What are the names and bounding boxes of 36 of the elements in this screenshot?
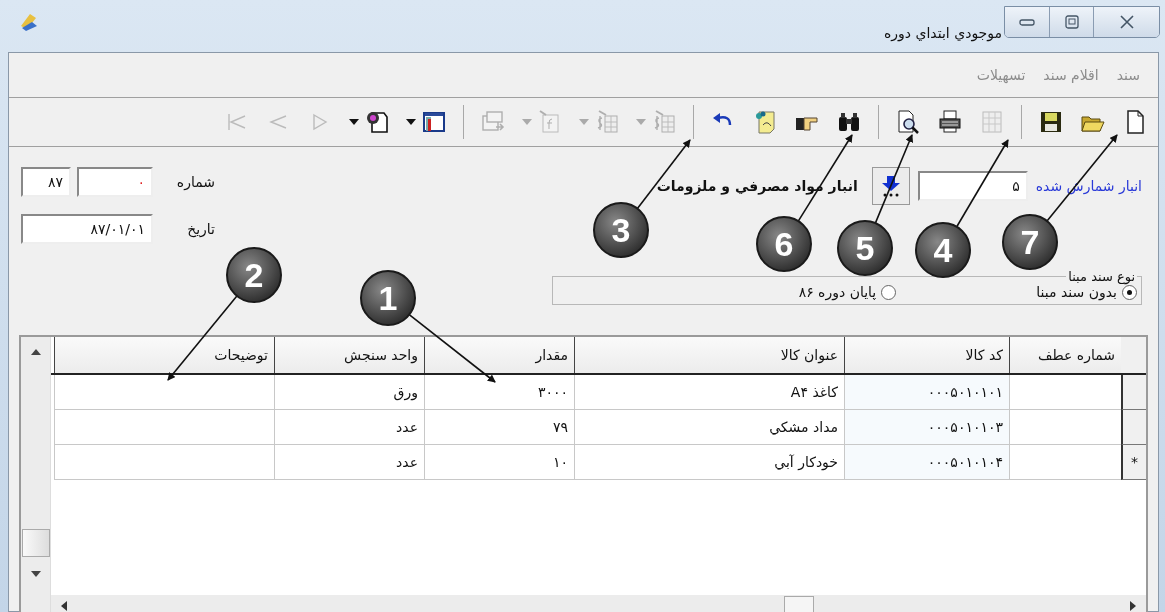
table-cell: مداد مشکي: [574, 410, 844, 445]
table-cell: ۰۰۰۵۰۱۰۱۰۴: [844, 445, 1009, 480]
table-cell: ۷۹: [424, 410, 574, 445]
table-cell: ۰۰۰۵۰۱۰۱۰۱: [844, 375, 1009, 410]
field-label: تاریخ: [186, 221, 215, 237]
year-field[interactable]: ۸۷: [21, 167, 71, 197]
callout-badge: 6: [756, 216, 812, 272]
date-field[interactable]: ۸۷/۰۱/۰۱: [21, 214, 153, 244]
callout-badge: 1: [360, 270, 416, 326]
table-cell: ورق: [274, 375, 424, 410]
number-field[interactable]: ٠: [77, 167, 153, 197]
radio-option[interactable]: پایان دوره ۸۶: [798, 284, 897, 300]
callout-badge: 7: [1002, 214, 1058, 270]
column-header[interactable]: توضیحات: [54, 337, 274, 373]
column-header[interactable]: کد کالا: [844, 337, 1009, 373]
window-title: موجودي ابتداي دوره: [884, 25, 1002, 41]
table-cell: کاغذ A۴: [574, 375, 844, 410]
column-header[interactable]: شماره عطف: [1009, 337, 1121, 373]
table-cell: ۰۰۰۵۰۱۰۱۰۳: [844, 410, 1009, 445]
group-legend: نوع سند مبنا: [1066, 269, 1137, 284]
callout-badge: 3: [593, 202, 649, 258]
row-header[interactable]: *: [1121, 445, 1146, 480]
radio-option[interactable]: بدون سند مبنا: [1036, 284, 1137, 300]
warehouse-code-field[interactable]: ۵: [917, 171, 1028, 201]
column-header[interactable]: عنوان کالا: [574, 337, 844, 373]
field-label: شماره: [175, 174, 215, 190]
column-header[interactable]: واحد سنجش: [274, 337, 424, 373]
table-cell: ۱۰: [424, 445, 574, 480]
table-cell: عدد: [274, 445, 424, 480]
column-header[interactable]: مقدار: [424, 337, 574, 373]
table-cell: عدد: [274, 410, 424, 445]
callout-badge: 5: [837, 220, 893, 276]
table-cell: خودکار آبي: [574, 445, 844, 480]
callout-badge: 4: [915, 222, 971, 278]
table-cell: ۳۰۰۰: [424, 375, 574, 410]
callout-badge: 2: [226, 247, 282, 303]
